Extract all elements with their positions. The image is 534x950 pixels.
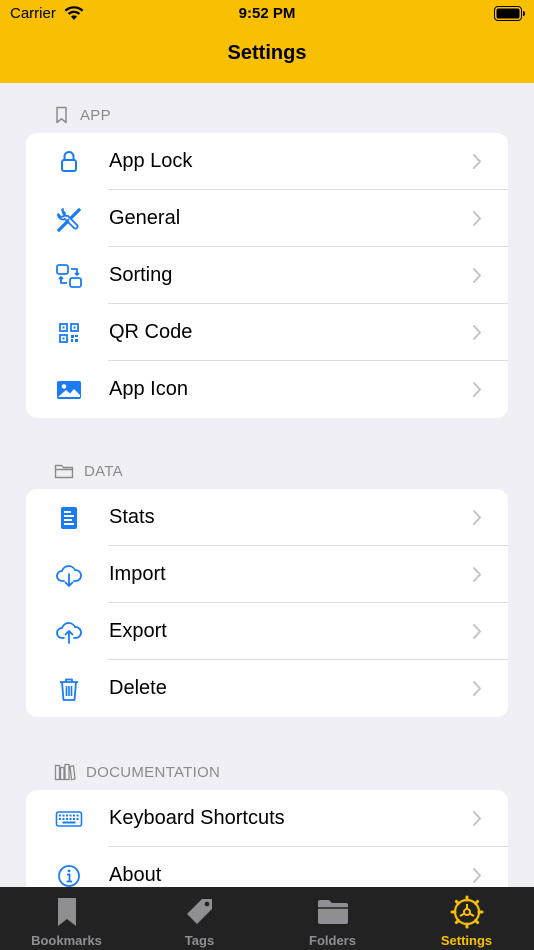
row-keyboard-shortcuts[interactable]: Keyboard Shortcuts [26,790,508,847]
chevron-right-icon [473,211,481,226]
battery-icon [494,6,525,21]
documentation-group: Keyboard Shortcuts About [26,790,508,887]
chevron-right-icon [473,154,481,169]
section-header-documentation: DOCUMENTATION [54,761,220,783]
chevron-right-icon [473,268,481,283]
row-label: General [109,207,181,229]
row-label: Delete [109,677,167,699]
row-export[interactable]: Export [26,603,508,660]
tab-label: Folders [309,933,356,948]
chevron-right-icon [473,325,481,340]
folder-icon [317,900,348,924]
row-stats[interactable]: Stats [26,489,508,546]
row-label: App Icon [109,378,188,400]
photo-icon [57,381,81,399]
cloud-download-icon [56,565,82,587]
row-label: Stats [109,506,155,528]
status-bar: Carrier 9:52 PM [0,0,534,30]
page-title: Settings [227,42,307,64]
tab-label: Tags [184,933,215,948]
chevron-right-icon [473,382,481,397]
tab-label: Settings [440,933,493,948]
app-group: App Lock General Sorting QR Code App Ico… [26,133,508,418]
row-qr-code[interactable]: QR Code [26,304,508,361]
cloud-upload-icon [56,622,82,644]
settings-list[interactable]: APP App Lock General Sorting QR Code App… [0,83,534,887]
row-label: Keyboard Shortcuts [109,807,285,829]
row-label: Export [109,620,167,642]
tag-icon [186,899,212,924]
bookmark-outline-icon [56,106,67,124]
row-app-icon[interactable]: App Icon [26,361,508,418]
tab-bar: Bookmarks Tags Folders Settings [0,887,534,950]
row-delete[interactable]: Delete [26,660,508,717]
tab-bookmarks[interactable]: Bookmarks [0,887,133,950]
chevron-right-icon [473,868,481,883]
keyboard-icon [55,811,83,827]
trash-icon [60,678,78,701]
books-icon [54,763,76,781]
row-import[interactable]: Import [26,546,508,603]
row-label: QR Code [109,321,193,343]
wrench-screwdriver-icon [56,208,81,233]
section-header-app: APP [54,104,111,126]
stats-document-icon [61,507,77,529]
info-icon [58,865,80,887]
section-title: DATA [84,462,123,480]
chevron-right-icon [473,811,481,826]
chevron-right-icon [473,624,481,639]
status-time: 9:52 PM [238,5,296,22]
tab-settings[interactable]: Settings [400,887,533,950]
row-about[interactable]: About [26,847,508,887]
bookmark-icon [57,898,76,926]
row-app-lock[interactable]: App Lock [26,133,508,190]
section-title: DOCUMENTATION [86,763,221,781]
chevron-right-icon [473,510,481,525]
row-label: Import [109,563,166,585]
row-label: App Lock [109,150,193,172]
data-group: Stats Import Export Delete [26,489,508,717]
chevron-right-icon [473,681,481,696]
tab-tags[interactable]: Tags [133,887,266,950]
section-header-data: DATA [54,460,123,482]
tab-folders[interactable]: Folders [266,887,399,950]
qr-code-icon [59,323,79,343]
folder-outline-icon [54,464,74,479]
row-general[interactable]: General [26,190,508,247]
row-label: Sorting [109,264,173,286]
sort-arrows-icon [56,264,82,288]
chevron-right-icon [473,567,481,582]
navigation-header: Carrier 9:52 PM Settings [0,0,534,83]
row-label: About [109,864,162,886]
row-sorting[interactable]: Sorting [26,247,508,304]
section-title: APP [80,106,111,124]
tab-label: Bookmarks [31,933,102,948]
lock-icon [61,151,77,172]
gear-icon [450,895,483,929]
